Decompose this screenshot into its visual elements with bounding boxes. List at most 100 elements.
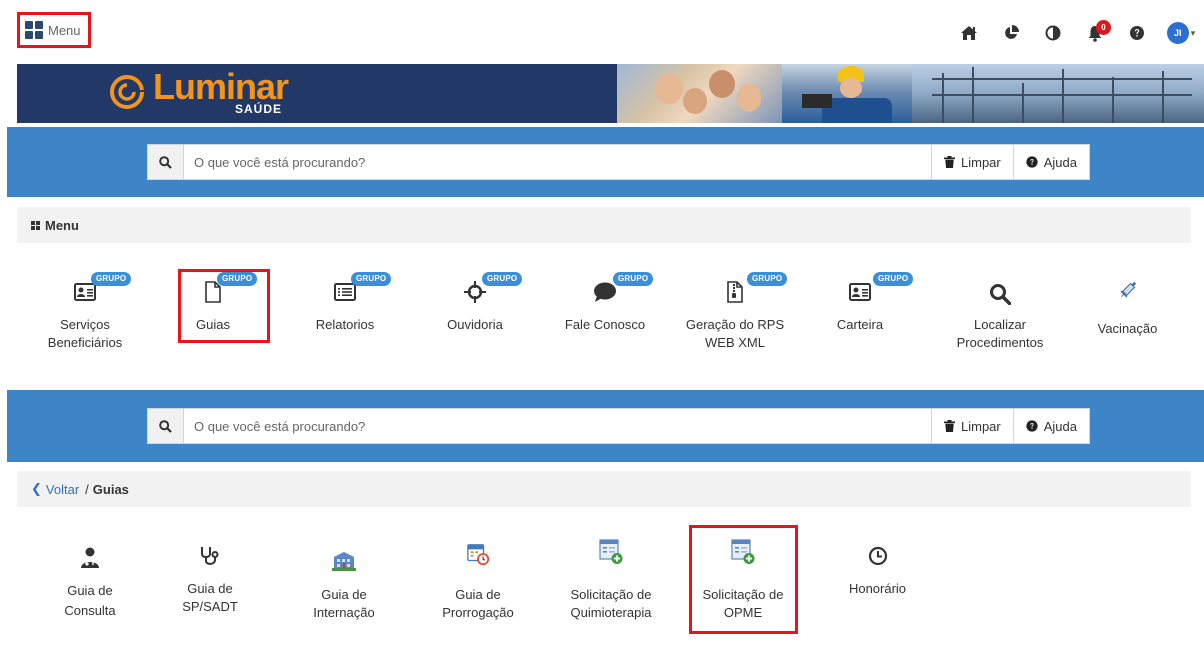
menu-tile-label: Geração do RPS	[685, 317, 785, 332]
calendar-clock-icon	[466, 542, 490, 566]
home-icon[interactable]	[948, 20, 990, 46]
grupo-badge: GRUPO	[482, 272, 523, 286]
menu-tile-relatorios[interactable]: GRUPO Relatorios	[290, 270, 400, 360]
clear-button[interactable]: Limpar	[931, 145, 1013, 179]
form-add-icon	[599, 539, 623, 564]
menu-tile-vacinacao[interactable]: Vacinação	[1075, 270, 1180, 360]
menu-tile-label: Vacinação	[1097, 321, 1158, 336]
top-navbar: Menu 0 JI ▾	[0, 0, 1204, 64]
pie-chart-icon[interactable]	[990, 20, 1032, 46]
banner-photo-worker	[782, 64, 912, 123]
menu-tile-label: Relatorios	[315, 317, 375, 332]
help-button-label: Ajuda	[1043, 418, 1077, 434]
menu-tile-servicos-beneficiarios[interactable]: GRUPO Serviços Beneficiários	[30, 270, 140, 360]
grupo-badge: GRUPO	[217, 272, 258, 286]
search-icon[interactable]	[148, 409, 184, 443]
banner-photo-substation	[912, 64, 1204, 123]
stethoscope-icon	[198, 544, 222, 568]
guia-tile-label: OPME	[723, 605, 763, 620]
luminar-logo: Luminar SAÚDE	[105, 66, 289, 116]
guia-tile-prorrogacao[interactable]: Guia de Prorrogação	[428, 540, 528, 630]
guia-tile-label: Guia de	[187, 581, 233, 596]
guia-tile-label: Guia de	[67, 583, 113, 598]
menu-tile-carteira[interactable]: GRUPO Carteira	[805, 270, 915, 360]
help-icon[interactable]	[1116, 20, 1158, 46]
question-icon	[1026, 420, 1038, 432]
brand-subtitle: SAÚDE	[235, 102, 283, 116]
chat-icon	[593, 280, 617, 304]
help-button[interactable]: Ajuda	[1012, 145, 1089, 179]
hospital-icon	[332, 548, 356, 572]
grid-menu-icon	[25, 21, 43, 39]
guia-tile-label: Consulta	[64, 603, 116, 618]
grupo-badge: GRUPO	[873, 272, 914, 286]
clear-button-label: Limpar	[961, 154, 1001, 170]
guia-tile-sp-sadt[interactable]: Guia de SP/SADT	[160, 540, 260, 630]
help-button-label: Ajuda	[1043, 154, 1077, 170]
guia-tile-label: Guia de	[455, 587, 501, 602]
menu-tile-label: Ouvidoria	[447, 317, 503, 332]
menu-tile-geracao-rps[interactable]: GRUPO Geração do RPS WEB XML	[675, 270, 795, 360]
search-bar: Limpar Ajuda	[147, 408, 1090, 444]
grid-small-icon	[31, 220, 40, 230]
menu-section-title: Menu	[45, 217, 79, 233]
grupo-badge: GRUPO	[613, 272, 654, 286]
grupo-badge: GRUPO	[91, 272, 132, 286]
menu-tile-localizar-procedimentos[interactable]: Localizar Procedimentos	[935, 270, 1065, 360]
search-band: Limpar Ajuda	[7, 390, 1204, 462]
doctor-icon	[78, 546, 102, 570]
menu-tile-label: Carteira	[836, 317, 884, 332]
menu-tile-label: Serviços	[60, 317, 110, 332]
search-input[interactable]	[184, 145, 931, 179]
bell-icon[interactable]: 0	[1074, 20, 1116, 46]
menu-section-header: Menu	[17, 207, 1191, 243]
id-card-icon	[848, 280, 872, 304]
guia-tile-label: Internação	[313, 605, 375, 620]
guia-tile-label: Solicitação de	[570, 587, 652, 602]
breadcrumb: ❮ Voltar / Guias	[17, 471, 1191, 507]
search-icon[interactable]	[148, 145, 184, 179]
grupo-badge: GRUPO	[747, 272, 788, 286]
grupo-badge: GRUPO	[351, 272, 392, 286]
avatar: JI	[1166, 22, 1189, 44]
menu-tile-fale-conosco[interactable]: GRUPO Fale Conosco	[550, 270, 660, 360]
notification-count-badge: 0	[1096, 20, 1111, 35]
form-add-icon	[731, 539, 755, 564]
guia-tile-label: Guia de	[321, 587, 367, 602]
chevron-left-icon[interactable]: ❮	[31, 481, 42, 497]
guia-tile-internacao[interactable]: Guia de Internação	[294, 540, 394, 630]
zip-file-icon	[723, 280, 747, 304]
guia-tile-quimioterapia[interactable]: Solicitação de Quimioterapia	[556, 539, 666, 630]
guia-tile-honorario[interactable]: Honorário	[830, 540, 925, 630]
guia-tile-consulta[interactable]: Guia de Consulta	[40, 540, 140, 630]
guia-tile-opme[interactable]: Solicitação de OPME	[689, 539, 797, 630]
menu-toggle-button[interactable]: Menu	[17, 12, 91, 48]
luminar-swirl-icon	[110, 72, 145, 109]
menu-tile-ouvidoria[interactable]: GRUPO Ouvidoria	[420, 270, 530, 360]
guia-tile-label: SP/SADT	[182, 599, 238, 614]
back-link[interactable]: Voltar	[46, 482, 79, 497]
contrast-icon[interactable]	[1032, 20, 1074, 46]
trash-icon	[944, 420, 955, 432]
search-input[interactable]	[184, 409, 931, 443]
breadcrumb-separator: /	[85, 481, 89, 497]
chevron-down-icon: ▾	[1190, 27, 1196, 38]
menu-tile-label: Fale Conosco	[564, 317, 646, 332]
clock-icon	[866, 544, 890, 568]
banner-photo-family	[617, 64, 782, 123]
search-bar: Limpar Ajuda	[147, 144, 1090, 180]
brand-banner: Luminar SAÚDE	[17, 64, 1204, 123]
guia-tile-label: Solicitação de	[702, 587, 784, 602]
brand-name: Luminar	[153, 66, 289, 107]
help-button[interactable]: Ajuda	[1012, 409, 1089, 443]
menu-tile-label: Procedimentos	[956, 335, 1044, 350]
menu-tile-guias[interactable]: GRUPO Guias	[160, 270, 266, 360]
breadcrumb-current: Guias	[92, 481, 129, 497]
clear-button[interactable]: Limpar	[931, 409, 1013, 443]
trash-icon	[944, 156, 955, 168]
menu-tile-label: Beneficiários	[47, 335, 123, 350]
menu-tile-label: Guias	[196, 317, 230, 332]
menu-tile-label: Localizar	[973, 317, 1027, 332]
guia-tile-label: Honorário	[848, 581, 907, 596]
user-menu[interactable]: JI ▾	[1158, 20, 1204, 46]
